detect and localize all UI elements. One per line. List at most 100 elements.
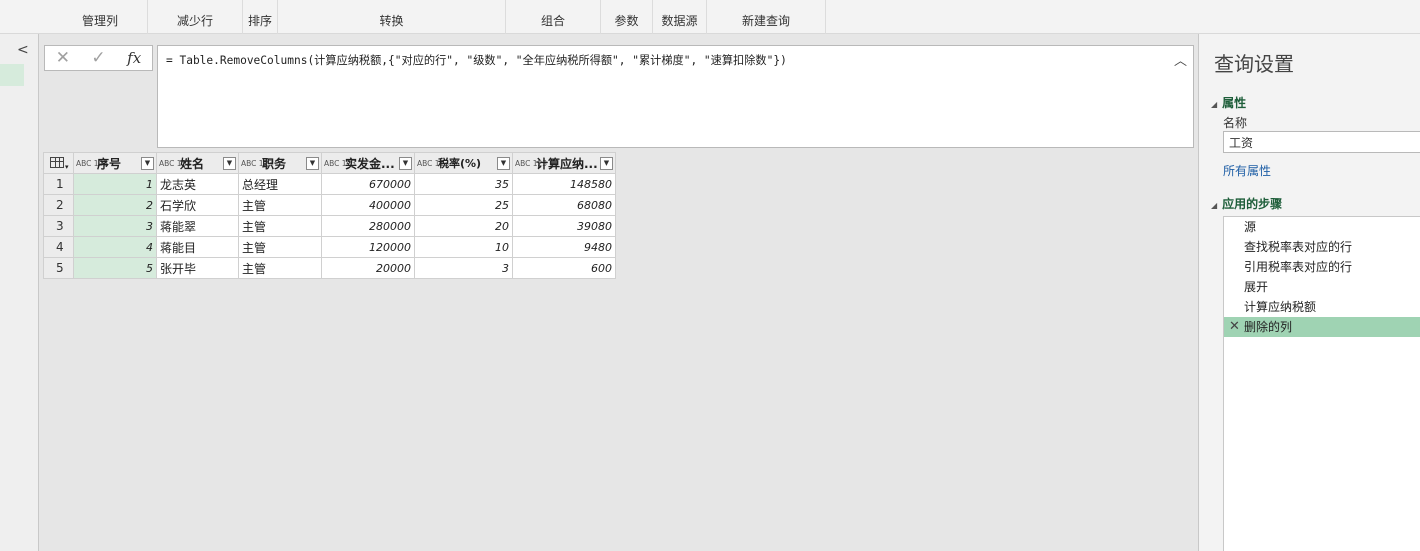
applied-step-label: 删除的列 xyxy=(1244,320,1293,334)
fx-icon[interactable]: fx xyxy=(116,49,152,67)
pane-title: 查询设置 xyxy=(1214,52,1294,76)
table-cell[interactable]: 5 xyxy=(73,257,157,279)
applied-step-selected[interactable]: ✕ 删除的列 xyxy=(1224,317,1420,337)
table-row[interactable]: 4 4 蒋能目 主管 120000 10 9480 xyxy=(43,236,616,258)
table-cell[interactable]: 600 xyxy=(512,257,616,279)
filter-dropdown-icon[interactable]: ▼ xyxy=(141,156,154,170)
ribbon-group-sort[interactable]: 排序 xyxy=(243,0,278,34)
name-label: 名称 xyxy=(1223,116,1248,130)
applied-step[interactable]: 引用税率表对应的行 xyxy=(1224,257,1420,277)
applied-step[interactable]: 计算应纳税额 xyxy=(1224,297,1420,317)
column-header[interactable]: ABC 123 税率(%) ▼ xyxy=(414,152,513,174)
query-name-input[interactable] xyxy=(1223,131,1420,153)
column-header-label: 职务 xyxy=(262,156,287,171)
column-header-label: 计算应纳... xyxy=(536,156,598,171)
applied-steps-section-header[interactable]: ◢ 应用的步骤 xyxy=(1211,195,1282,212)
table-cell[interactable]: 总经理 xyxy=(238,173,322,195)
commit-icon[interactable]: ✓ xyxy=(81,48,117,68)
column-header-label: 姓名 xyxy=(180,156,205,171)
table-cell[interactable]: 主管 xyxy=(238,194,322,216)
table-cell[interactable]: 主管 xyxy=(238,257,322,279)
row-number[interactable]: 2 xyxy=(43,194,74,216)
table-cell[interactable]: 400000 xyxy=(321,194,415,216)
table-cell[interactable]: 10 xyxy=(414,236,513,258)
ribbon-group-reduce-rows[interactable]: 减少行 xyxy=(148,0,243,34)
table-cell[interactable]: 1 xyxy=(73,173,157,195)
query-settings-pane: 查询设置 ◢ 属性 名称 所有属性 ◢ 应用的步骤 源 查找税率表对应的行 引用税率… xyxy=(1198,34,1420,551)
column-header[interactable]: ABC 123 实发金... ▼ xyxy=(321,152,415,174)
applied-step[interactable]: 查找税率表对应的行 xyxy=(1224,237,1420,257)
table-cell[interactable]: 670000 xyxy=(321,173,415,195)
table-row[interactable]: 1 1 龙志英 总经理 670000 35 148580 xyxy=(43,173,616,195)
applied-step[interactable]: 源 xyxy=(1224,217,1420,237)
type-any-icon[interactable]: ABC 123 xyxy=(241,159,273,167)
formula-input[interactable]: = Table.RemoveColumns(计算应纳税额,{"对应的行", "级… xyxy=(157,45,1194,148)
type-any-icon[interactable]: ABC 123 xyxy=(324,159,356,167)
chevron-up-icon[interactable]: ︿ xyxy=(1174,50,1187,69)
section-title: 应用的步骤 xyxy=(1222,197,1283,211)
filter-dropdown-icon[interactable]: ▼ xyxy=(223,156,236,170)
table-cell[interactable]: 68080 xyxy=(512,194,616,216)
ribbon-group-new-query[interactable]: 新建查询 xyxy=(707,0,826,34)
column-header[interactable]: ABC 123 计算应纳... ▼ xyxy=(512,152,616,174)
selected-query-marker[interactable] xyxy=(0,64,24,86)
row-number[interactable]: 5 xyxy=(43,257,74,279)
table-cell[interactable]: 3 xyxy=(414,257,513,279)
table-cell[interactable]: 张开毕 xyxy=(156,257,239,279)
formula-text[interactable]: = Table.RemoveColumns(计算应纳税额,{"对应的行", "级… xyxy=(166,54,787,67)
table-cell[interactable]: 主管 xyxy=(238,215,322,237)
collapse-triangle-icon[interactable]: ◢ xyxy=(1211,100,1217,109)
table-menu-button[interactable]: ▾ xyxy=(43,152,74,174)
table-cell[interactable]: 20 xyxy=(414,215,513,237)
ribbon-group-data-sources[interactable]: 数据源 xyxy=(653,0,707,34)
all-properties-link[interactable]: 所有属性 xyxy=(1223,162,1271,179)
table-cell[interactable]: 3 xyxy=(73,215,157,237)
column-header[interactable]: ABC 123 职务 ▼ xyxy=(238,152,322,174)
table-cell[interactable]: 蒋能目 xyxy=(156,236,239,258)
table-row[interactable]: 2 2 石学欣 主管 400000 25 68080 xyxy=(43,194,616,216)
row-number[interactable]: 4 xyxy=(43,236,74,258)
table-row[interactable]: 3 3 蒋能翠 主管 280000 20 39080 xyxy=(43,215,616,237)
ribbon-group-combine[interactable]: 组合 xyxy=(506,0,601,34)
table-cell[interactable]: 148580 xyxy=(512,173,616,195)
queries-pane: < xyxy=(0,34,39,551)
section-title: 属性 xyxy=(1222,96,1247,110)
table-cell[interactable]: 石学欣 xyxy=(156,194,239,216)
type-any-icon[interactable]: ABC 123 xyxy=(515,159,547,167)
applied-step[interactable]: 展开 xyxy=(1224,277,1420,297)
row-number[interactable]: 3 xyxy=(43,215,74,237)
properties-section-header[interactable]: ◢ 属性 xyxy=(1211,94,1246,111)
row-number[interactable]: 1 xyxy=(43,173,74,195)
table-cell[interactable]: 25 xyxy=(414,194,513,216)
filter-dropdown-icon[interactable]: ▼ xyxy=(497,156,510,170)
table-row[interactable]: 5 5 张开毕 主管 20000 3 600 xyxy=(43,257,616,279)
type-any-icon[interactable]: ABC 123 xyxy=(76,159,108,167)
table-cell[interactable]: 蒋能翠 xyxy=(156,215,239,237)
table-cell[interactable]: 39080 xyxy=(512,215,616,237)
table-cell[interactable]: 4 xyxy=(73,236,157,258)
delete-step-icon[interactable]: ✕ xyxy=(1229,317,1240,337)
table-cell[interactable]: 9480 xyxy=(512,236,616,258)
ribbon-group-manage-columns[interactable]: 管理列 xyxy=(53,0,148,34)
column-header[interactable]: ABC 123 姓名 ▼ xyxy=(156,152,239,174)
filter-dropdown-icon[interactable]: ▼ xyxy=(399,156,412,170)
table-cell[interactable]: 龙志英 xyxy=(156,173,239,195)
table-cell[interactable]: 2 xyxy=(73,194,157,216)
ribbon-group-parameters[interactable]: 参数 xyxy=(601,0,653,34)
table-cell[interactable]: 120000 xyxy=(321,236,415,258)
column-header[interactable]: ABC 123 序号 ▼ xyxy=(73,152,157,174)
type-any-icon[interactable]: ABC 123 xyxy=(417,159,449,167)
table-cell[interactable]: 280000 xyxy=(321,215,415,237)
ribbon-group-label: 参数 xyxy=(614,14,639,28)
table-cell[interactable]: 20000 xyxy=(321,257,415,279)
table-cell[interactable]: 主管 xyxy=(238,236,322,258)
collapse-triangle-icon[interactable]: ◢ xyxy=(1211,201,1217,210)
filter-dropdown-icon[interactable]: ▼ xyxy=(600,156,613,170)
chevron-left-icon[interactable]: < xyxy=(17,42,29,58)
cancel-icon[interactable]: ✕ xyxy=(45,48,81,68)
column-header-label: 税率(%) xyxy=(438,157,482,170)
filter-dropdown-icon[interactable]: ▼ xyxy=(306,156,319,170)
type-any-icon[interactable]: ABC 123 xyxy=(159,159,191,167)
table-cell[interactable]: 35 xyxy=(414,173,513,195)
ribbon-group-transform[interactable]: 转换 xyxy=(278,0,506,34)
